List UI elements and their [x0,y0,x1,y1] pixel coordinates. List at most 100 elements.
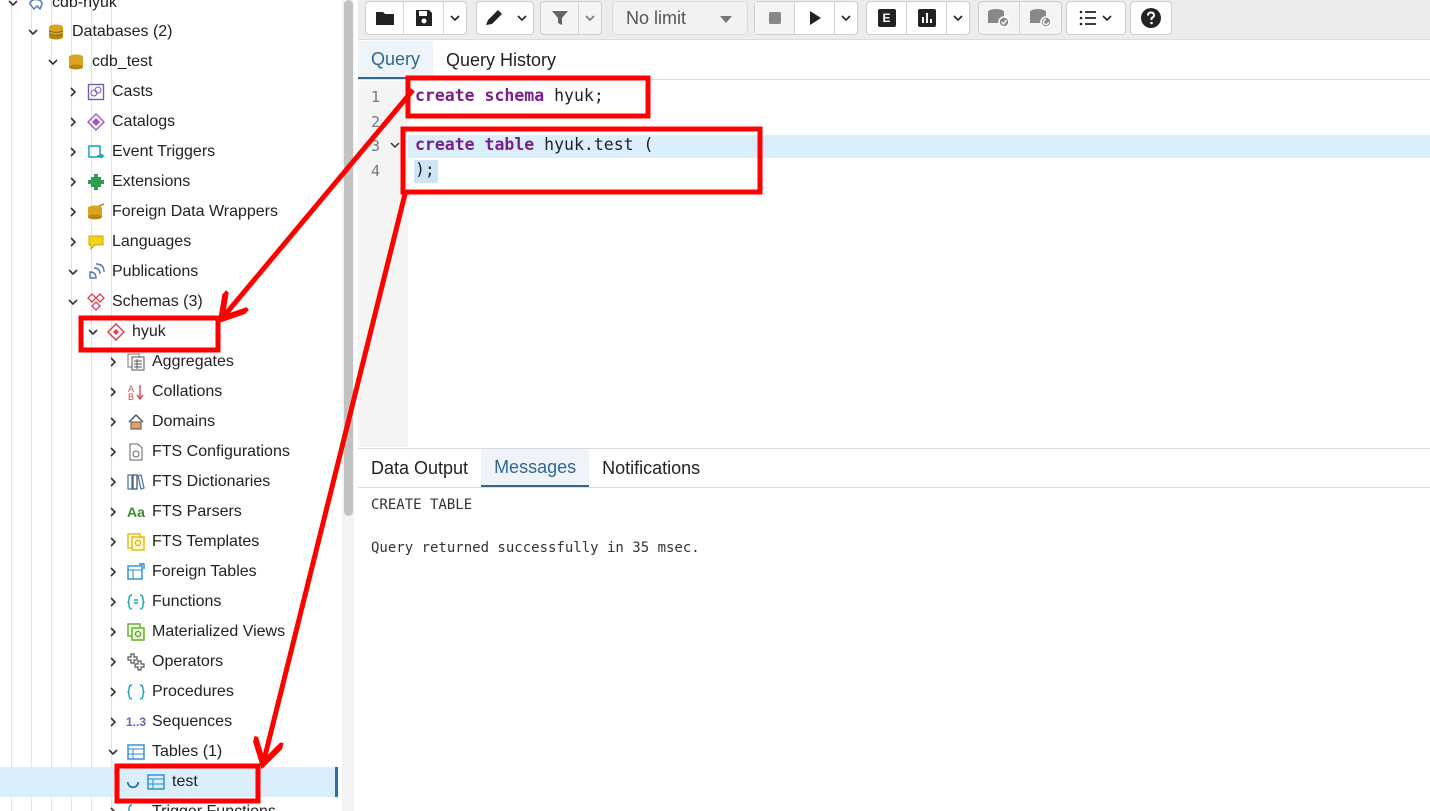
tree-scrollbar-thumb[interactable] [344,0,353,516]
chevron-right-icon[interactable] [106,595,120,609]
edit-options-dropdown[interactable] [511,2,533,34]
open-file-button[interactable] [366,2,404,34]
tab-query-history[interactable]: Query History [433,41,569,79]
tree-item-trigger-functions[interactable]: Trigger Functions [0,797,338,811]
tree-item-catalogs[interactable]: Catalogs [0,107,338,137]
tree-item-fts-dictionaries[interactable]: FTS Dictionaries [0,467,338,497]
tree-item-publications[interactable]: Publications [0,257,338,287]
tree-item-tables[interactable]: Tables (1) [0,737,338,767]
execute-button[interactable] [795,2,835,34]
tree-item-materialized-views[interactable]: Materialized Views [0,617,338,647]
casts-icon [86,82,106,102]
explain-options-dropdown[interactable] [947,2,969,34]
editor-gutter [358,81,408,447]
tree-item-foreign-tables[interactable]: Foreign Tables [0,557,338,587]
chevron-right-icon[interactable] [106,565,120,579]
tree-item-procedures[interactable]: Procedures [0,677,338,707]
tree-item-event-triggers[interactable]: Event Triggers [0,137,338,167]
tree-item-fts-parsers[interactable]: Aa FTS Parsers [0,497,338,527]
chevron-down-icon[interactable] [6,0,20,10]
tab-data-output[interactable]: Data Output [358,449,481,487]
tree-item-label: Sequences [152,713,233,730]
explain-button[interactable]: E [867,2,907,34]
row-limit-select[interactable]: No limit [612,1,748,35]
chevron-down-icon[interactable] [46,55,60,69]
help-button[interactable] [1131,2,1171,34]
explain-button-group: E [866,1,970,35]
chevron-right-icon[interactable] [106,445,120,459]
chevron-right-icon[interactable] [66,175,80,189]
fts-parsers-icon: Aa [127,504,145,520]
tree-item-operators[interactable]: Operators [0,647,338,677]
tree-item-databases[interactable]: Databases (2) [0,17,338,47]
chevron-right-icon[interactable] [106,475,120,489]
filter-button[interactable] [541,2,579,34]
tree-item-aggregates[interactable]: Aggregates [0,347,338,377]
table-icon [146,772,166,792]
tree-item-label: Languages [112,233,192,250]
chevron-right-icon[interactable] [66,235,80,249]
execute-options-dropdown[interactable] [835,2,857,34]
chevron-down-icon[interactable] [106,745,120,759]
tree-item-label: Materialized Views [152,623,286,640]
tree-item-schemas[interactable]: Schemas (3) [0,287,338,317]
tree-item-fts-configurations[interactable]: FTS Configurations [0,437,338,467]
save-options-dropdown[interactable] [444,2,466,34]
chevron-right-icon[interactable] [106,505,120,519]
chevron-right-icon[interactable] [106,805,120,811]
tab-query[interactable]: Query [358,41,434,79]
stop-button[interactable] [755,2,795,34]
filter-options-dropdown[interactable] [579,2,601,34]
chevron-right-icon[interactable] [106,385,120,399]
tree-item-server[interactable]: cdb-hyuk [0,0,338,18]
chevron-right-icon[interactable] [66,85,80,99]
save-icon [415,10,432,26]
explain-analyze-button[interactable] [907,2,947,34]
message-line: CREATE TABLE [371,497,473,513]
stop-icon [768,12,781,24]
tree-item-domains[interactable]: Domains [0,407,338,437]
chevron-right-icon[interactable] [66,205,80,219]
chevron-right-icon[interactable] [106,685,120,699]
tree-item-functions[interactable]: Functions [0,587,338,617]
chevron-right-icon[interactable] [106,535,120,549]
tree-item-foreign-data-wrappers[interactable]: Foreign Data Wrappers [0,197,338,227]
schemas-icon [86,292,106,312]
tree-item-label: cdb-hyuk [52,0,117,11]
chevron-right-icon[interactable] [66,145,80,159]
chevron-down-icon[interactable] [26,25,40,39]
chevron-down-icon[interactable] [66,295,80,309]
message-line: Query returned successfully in 35 msec. [371,540,700,556]
tree-item-schema-hyuk[interactable]: hyuk [0,317,338,347]
tree-item-label: hyuk [132,323,166,340]
tree-item-casts[interactable]: Casts [0,77,338,107]
macros-button[interactable] [1067,2,1125,34]
domains-icon [126,412,146,432]
database-icon [66,52,86,72]
rollback-button[interactable] [1020,2,1061,34]
chevron-right-icon[interactable] [106,355,120,369]
tree-item-sequences[interactable]: 1..3 Sequences [0,707,338,737]
save-file-button[interactable] [404,2,444,34]
chevron-right-icon[interactable] [106,715,120,729]
tree-item-fts-templates[interactable]: FTS Templates [0,527,338,557]
chevron-down-icon[interactable] [66,265,80,279]
tab-notifications[interactable]: Notifications [589,449,713,487]
tree-item-languages[interactable]: Languages [0,227,338,257]
tree-item-extensions[interactable]: Extensions [0,167,338,197]
chevron-right-icon[interactable] [106,415,120,429]
tree-item-collations[interactable]: AB Collations [0,377,338,407]
commit-button[interactable] [979,2,1020,34]
tab-messages[interactable]: Messages [481,449,590,487]
fold-chevron-icon[interactable] [390,140,400,153]
tree-item-label: Casts [112,83,153,100]
tree-item-table-test[interactable]: test [0,767,338,797]
chevron-right-icon[interactable] [106,655,120,669]
edit-button[interactable] [477,2,511,34]
tree-item-database[interactable]: cdb_test [0,47,338,77]
chevron-right-icon[interactable] [66,115,80,129]
sql-editor[interactable]: 1 2 3 4 create schema hyuk; create table… [358,81,1430,447]
tree-item-label: Event Triggers [112,143,216,160]
chevron-down-icon[interactable] [86,325,100,339]
chevron-right-icon[interactable] [106,625,120,639]
